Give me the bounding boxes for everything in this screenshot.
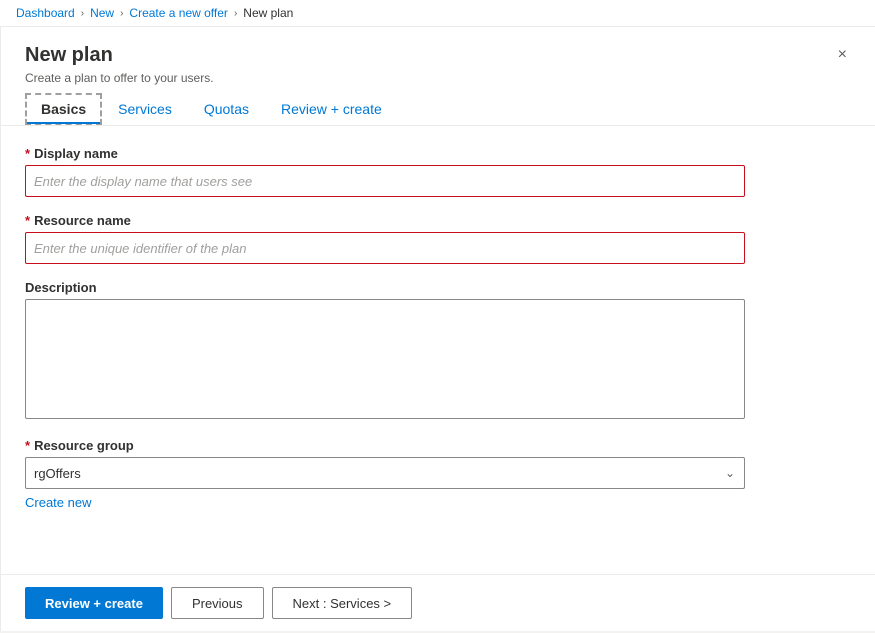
breadcrumb-current: New plan [243, 6, 293, 20]
tab-review-create[interactable]: Review + create [265, 93, 398, 125]
next-services-button[interactable]: Next : Services > [272, 587, 413, 619]
breadcrumb-sep-3: › [234, 8, 237, 19]
resource-name-group: * Resource name [25, 213, 851, 264]
resource-group-label: * Resource group [25, 438, 851, 453]
resource-group-required-star: * [25, 438, 30, 453]
display-name-required-star: * [25, 146, 30, 161]
new-plan-panel: New plan Create a plan to offer to your … [0, 27, 875, 631]
description-textarea[interactable] [25, 299, 745, 419]
description-group: Description [25, 280, 851, 422]
breadcrumb-sep-1: › [81, 8, 84, 19]
resource-name-label: * Resource name [25, 213, 851, 228]
previous-button[interactable]: Previous [171, 587, 264, 619]
resource-group-group: * Resource group rgOffers ⌄ Create new [25, 438, 851, 510]
form-content: * Display name * Resource name Descripti… [1, 126, 875, 574]
breadcrumb-dashboard[interactable]: Dashboard [16, 6, 75, 20]
display-name-group: * Display name [25, 146, 851, 197]
breadcrumb-sep-2: › [120, 8, 123, 19]
display-name-label: * Display name [25, 146, 851, 161]
breadcrumb-new[interactable]: New [90, 6, 114, 20]
close-button[interactable]: × [834, 43, 851, 67]
resource-group-select[interactable]: rgOffers [25, 457, 745, 489]
breadcrumb: Dashboard › New › Create a new offer › N… [0, 0, 875, 27]
resource-name-required-star: * [25, 213, 30, 228]
breadcrumb-create-offer[interactable]: Create a new offer [129, 6, 228, 20]
tab-quotas[interactable]: Quotas [188, 93, 265, 125]
display-name-input[interactable] [25, 165, 745, 197]
description-label: Description [25, 280, 851, 295]
tab-basics[interactable]: Basics [25, 93, 102, 125]
panel-header: New plan Create a plan to offer to your … [1, 27, 875, 93]
create-new-link[interactable]: Create new [25, 495, 91, 510]
tab-services[interactable]: Services [102, 93, 188, 125]
panel-title: New plan [25, 43, 214, 67]
panel-footer: Review + create Previous Next : Services… [1, 574, 875, 631]
review-create-button[interactable]: Review + create [25, 587, 163, 619]
resource-name-input[interactable] [25, 232, 745, 264]
panel-header-text: New plan Create a plan to offer to your … [25, 43, 214, 85]
panel-subtitle: Create a plan to offer to your users. [25, 71, 214, 85]
tabs-bar: Basics Services Quotas Review + create [1, 93, 875, 126]
resource-group-select-wrapper: rgOffers ⌄ [25, 457, 745, 489]
